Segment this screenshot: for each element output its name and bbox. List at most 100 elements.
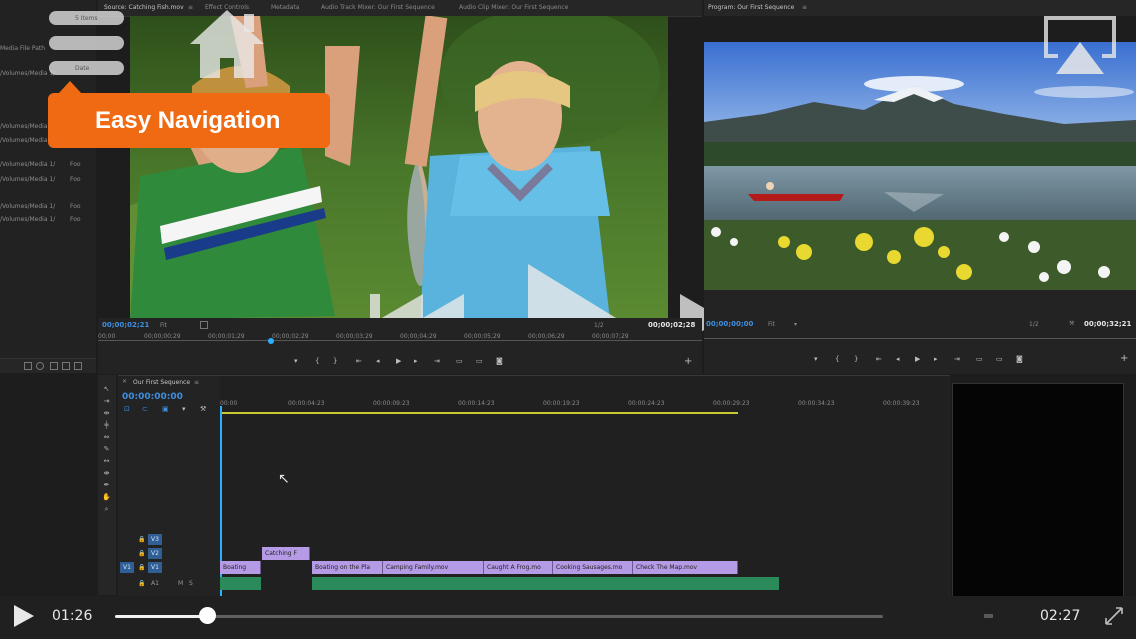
audio-clip[interactable] [312,577,779,590]
mark-out-icon[interactable]: } [854,355,858,363]
rate-stretch-tool-icon[interactable]: ⇔ [101,433,112,441]
camera-icon[interactable]: ◙ [1016,355,1023,363]
clip-boating[interactable]: Boating [220,561,261,574]
go-to-in-icon[interactable]: ⇤ [356,357,362,365]
step-forward-icon[interactable]: ▸ [414,357,418,365]
resolution-select[interactable]: 1/2 [1029,321,1039,328]
tab-panel-menu[interactable]: ≡ [194,379,199,386]
seek-bar[interactable] [115,615,883,618]
mark-in-icon[interactable]: { [835,355,839,363]
overwrite-icon[interactable]: ▭ [476,357,483,365]
snap-icon[interactable]: ⊂ [142,405,148,413]
clip-check-the-map[interactable]: Check The Map.mov [633,561,738,574]
chevron-down-icon[interactable]: ▾ [794,321,797,328]
solo-button[interactable]: S [189,580,193,587]
search-icon[interactable] [36,362,44,370]
go-to-out-icon[interactable]: ⇥ [434,357,440,365]
pen-tool-icon[interactable]: ✒ [101,481,112,489]
menu-item[interactable] [49,36,124,50]
go-to-in-icon[interactable]: ⇤ [876,355,882,363]
add-button-icon[interactable]: + [684,356,692,367]
source-ruler[interactable] [98,340,702,341]
marker-icon[interactable]: ▾ [294,357,298,365]
lock-icon[interactable]: 🔒 [138,580,145,587]
wrench-icon[interactable]: ⚒ [200,405,206,413]
home-icon[interactable] [186,6,268,84]
linked-selection-icon[interactable]: ▣ [162,405,169,413]
audio-clip[interactable] [220,577,261,590]
insert-icon[interactable]: ▭ [456,357,463,365]
tab-audio-clip-mixer[interactable]: Audio Clip Mixer: Our First Sequence [459,4,568,11]
add-button-icon[interactable]: + [1120,353,1128,364]
track-select-tool-icon[interactable]: ⇥ [101,397,112,405]
zoom-select[interactable]: Fit [160,322,167,329]
play-small-icon[interactable]: ▶ [396,357,401,365]
mark-out-icon[interactable]: } [333,357,337,365]
step-back-icon[interactable]: ◂ [896,355,900,363]
clip-cooking-sausages[interactable]: Cooking Sausages.mo [553,561,633,574]
resolution-select[interactable]: 1/2 [594,322,604,329]
play-small-icon[interactable]: ▶ [915,355,920,363]
track-target-v2[interactable]: V2 [148,548,162,559]
slip-tool-icon[interactable]: ↔ [101,457,112,465]
ripple-edit-tool-icon[interactable]: ⇹ [101,409,112,417]
clip-camping-family[interactable]: Camping Family.mov [383,561,484,574]
source-timecode[interactable]: 00;00;02;21 [102,321,149,329]
lift-icon[interactable]: ▭ [976,355,983,363]
rolling-edit-tool-icon[interactable]: ╪ [101,421,112,429]
tab-program[interactable]: Program: Our First Sequence [708,4,794,11]
clip-boating-on-the-plain[interactable]: Boating on the Pla [312,561,383,574]
add-marker-icon[interactable]: ▾ [182,405,186,413]
tab-sequence[interactable]: Our First Sequence [133,379,190,386]
list-item[interactable]: /Volumes/Media 1/Foo [0,203,81,210]
track-target-v1[interactable]: V1 [148,562,162,573]
close-icon[interactable]: ✕ [122,378,127,385]
menu-item[interactable]: 5 Items [49,11,124,25]
razor-tool-icon[interactable]: ✎ [101,445,112,453]
selection-tool-icon[interactable]: ↖ [101,385,112,393]
mark-in-icon[interactable]: { [315,357,319,365]
new-item-icon[interactable] [62,362,70,370]
tab-audio-track-mixer[interactable]: Audio Track Mixer: Our First Sequence [321,4,435,11]
list-item[interactable]: /Volumes/Media 1/ [0,137,55,144]
slide-tool-icon[interactable]: ⇼ [101,469,112,477]
wrench-icon[interactable]: ⚒ [1069,320,1074,327]
menu-icon[interactable] [52,13,60,23]
tab-panel-menu[interactable]: ≡ [802,4,807,11]
seek-handle[interactable] [199,607,216,624]
zoom-select[interactable]: Fit [768,321,775,328]
list-item[interactable]: /Volumes/Media 1/Foo [0,216,81,223]
trash-icon[interactable] [74,362,82,370]
go-to-out-icon[interactable]: ⇥ [954,355,960,363]
program-ruler[interactable] [704,338,1136,339]
tab-source[interactable]: Source: Catching Fish.mov [104,4,184,11]
nest-icon[interactable]: ⊡ [124,405,130,413]
lock-icon[interactable]: 🔒 [138,536,145,543]
source-playhead[interactable] [268,338,274,344]
play-icon[interactable] [12,604,36,632]
work-area-bar[interactable] [220,412,738,414]
clip-catching-fish[interactable]: Catching F [262,547,310,560]
fullscreen-icon[interactable] [1102,604,1126,632]
camera-icon[interactable]: ◙ [496,357,503,365]
airplay-icon[interactable] [1040,12,1120,82]
extract-icon[interactable]: ▭ [996,355,1003,363]
new-bin-icon[interactable] [24,362,32,370]
clip-caught-a-frog[interactable]: Caught A Frog.mo [484,561,553,574]
track-target-v3[interactable]: V3 [148,534,162,545]
list-item[interactable]: /Volumes/Media 1/Foo [0,176,81,183]
folder-icon[interactable] [50,362,58,370]
list-item[interactable]: /Volumes/Media 1/ [0,70,55,77]
mute-button[interactable]: M [178,580,183,587]
lock-icon[interactable]: 🔒 [138,564,145,571]
list-item[interactable]: /Volumes/Media 1/Foo [0,161,81,168]
program-timecode[interactable]: 00;00;00;00 [706,320,753,328]
step-back-icon[interactable]: ◂ [376,357,380,365]
tab-metadata[interactable]: Metadata [271,4,299,11]
hand-tool-icon[interactable]: ✋ [101,493,112,501]
step-forward-icon[interactable]: ▸ [934,355,938,363]
list-item[interactable]: /Volumes/Media 1/ [0,123,55,130]
menu-item[interactable]: Date [49,61,124,75]
marker-icon[interactable]: ▾ [814,355,818,363]
lock-icon[interactable]: 🔒 [138,550,145,557]
